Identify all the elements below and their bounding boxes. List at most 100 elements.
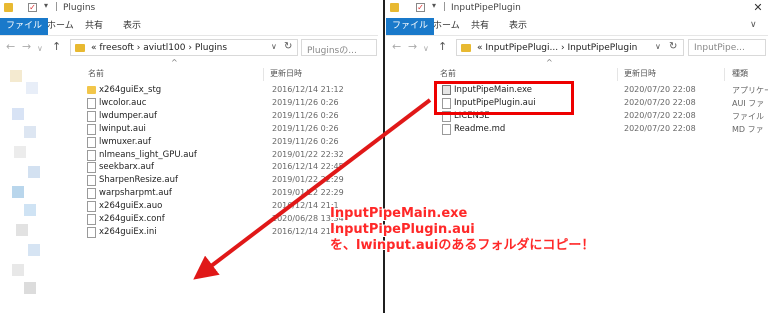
checkmark-icon[interactable]: ✓ <box>28 3 37 12</box>
recent-dropdown-icon[interactable]: ∨ <box>423 43 429 55</box>
document-icon <box>87 110 96 122</box>
address-bar[interactable]: « InputPipePlugi... › InputPipePlugin ∨ … <box>456 39 684 56</box>
checkmark-icon[interactable]: ✓ <box>416 3 425 12</box>
file-date: 2019/01/22 22:29 <box>272 175 344 185</box>
file-name: x264guiEx.conf <box>99 214 165 224</box>
quick-access-dropdown-icon[interactable]: ▾ <box>44 1 53 10</box>
tab-file[interactable]: ファイル <box>386 18 435 35</box>
refresh-icon[interactable]: ↻ <box>669 41 677 52</box>
column-name[interactable]: 名前 <box>88 68 104 79</box>
column-header: 名前 更新日時 <box>0 68 378 82</box>
tab-home[interactable]: ホーム <box>44 18 77 35</box>
document-icon <box>87 97 96 109</box>
forward-arrow-icon[interactable]: → <box>408 41 417 53</box>
folder-icon <box>87 86 96 94</box>
column-name[interactable]: 名前 <box>440 68 456 79</box>
document-icon <box>87 149 96 161</box>
folder-icon <box>461 44 471 52</box>
sort-ascending-icon: ^ <box>546 58 553 67</box>
file-date: 2020/07/20 22:08 <box>624 124 696 133</box>
file-row[interactable]: lwmuxer.auf 2019/11/26 0:26 <box>0 136 378 149</box>
file-name: Readme.md <box>454 124 506 134</box>
file-row[interactable]: seekbarx.auf 2016/12/14 22:45 <box>0 161 378 174</box>
folder-icon <box>390 3 399 12</box>
column-date[interactable]: 更新日時 <box>270 68 302 79</box>
file-row[interactable]: x264guiEx.ini 2016/12/14 21:11 <box>0 226 378 239</box>
title-bar: ✓ ▾ | Plugins <box>0 0 378 18</box>
back-arrow-icon[interactable]: ← <box>6 41 15 53</box>
file-row[interactable]: warpsharpmt.auf 2019/01/22 22:29 <box>0 187 378 200</box>
file-date: 2019/11/26 0:26 <box>272 136 339 146</box>
window-title: Plugins <box>63 3 96 13</box>
file-row[interactable]: x264guiEx.conf 2020/06/28 13:34 <box>0 213 378 226</box>
refresh-icon[interactable]: ↻ <box>284 41 292 52</box>
close-icon[interactable]: ✕ <box>748 0 768 18</box>
breadcrumb-item[interactable]: InputPipePlugin <box>567 43 637 53</box>
tab-view[interactable]: 表示 <box>120 18 144 35</box>
expand-ribbon-icon[interactable]: ∨ <box>750 20 757 30</box>
file-type: アプリケー <box>732 86 768 95</box>
file-date: 2020/07/20 22:08 <box>624 85 696 94</box>
document-icon <box>87 123 96 135</box>
tab-share[interactable]: 共有 <box>468 18 492 35</box>
file-row[interactable]: Readme.md 2020/07/20 22:08 MD ファ <box>386 123 768 136</box>
file-type: ファイル <box>732 112 764 121</box>
file-name: lwinput.aui <box>99 123 146 134</box>
column-header: 名前 更新日時 種類 <box>386 68 768 82</box>
document-icon <box>87 201 96 213</box>
back-arrow-icon[interactable]: ← <box>392 41 401 53</box>
file-date: 2020/07/20 22:08 <box>624 111 696 120</box>
title-bar: ✓ ▾ | InputPipePlugin ✕ <box>386 0 768 18</box>
document-icon <box>87 175 96 187</box>
file-date: 2019/11/26 0:26 <box>272 110 339 120</box>
file-row[interactable]: lwcolor.auc 2019/11/26 0:26 <box>0 97 378 110</box>
document-icon <box>87 226 96 238</box>
up-arrow-icon[interactable]: ↑ <box>52 41 61 53</box>
breadcrumb-item[interactable]: Plugins <box>195 43 227 53</box>
file-row[interactable]: SharpenResize.auf 2019/01/22 22:29 <box>0 174 378 187</box>
breadcrumb-item[interactable]: InputPipePlugi... <box>485 43 558 53</box>
column-type[interactable]: 種類 <box>732 68 748 79</box>
file-row[interactable]: lwdumper.auf 2019/11/26 0:26 <box>0 110 378 123</box>
file-date: 2019/11/26 0:26 <box>272 97 339 107</box>
tab-file[interactable]: ファイル <box>0 18 49 35</box>
column-date[interactable]: 更新日時 <box>624 68 656 79</box>
up-arrow-icon[interactable]: ↑ <box>438 41 447 53</box>
file-name: lwmuxer.auf <box>99 136 151 147</box>
search-placeholder: Pluginsの... <box>307 46 357 56</box>
address-bar[interactable]: « freesoft › aviutl100 › Plugins ∨ ↻ <box>70 39 298 56</box>
window-divider <box>378 0 386 313</box>
document-icon <box>87 214 96 225</box>
address-dropdown-icon[interactable]: ∨ <box>655 42 661 51</box>
left-explorer-window: ✓ ▾ | Plugins ファイル ホーム 共有 表示 ← → ∨ ↑ « f… <box>0 0 378 313</box>
tab-home[interactable]: ホーム <box>430 18 463 35</box>
file-date: 2020/07/20 22:08 <box>624 98 696 107</box>
search-box[interactable]: Pluginsの... <box>301 39 377 56</box>
document-icon <box>442 124 451 135</box>
file-name: SharpenResize.auf <box>99 175 179 186</box>
file-name: x264guiEx.ini <box>99 226 157 237</box>
recent-dropdown-icon[interactable]: ∨ <box>37 43 43 55</box>
breadcrumb-item[interactable]: freesoft <box>99 43 133 53</box>
forward-arrow-icon[interactable]: → <box>22 41 31 53</box>
file-row[interactable]: lwinput.aui 2019/11/26 0:26 <box>0 123 378 136</box>
file-row[interactable]: x264guiEx_stg 2016/12/14 21:12 <box>0 84 378 97</box>
address-dropdown-icon[interactable]: ∨ <box>271 42 277 51</box>
ribbon-tabs: ファイル ホーム 共有 表示 ∨ <box>386 18 768 36</box>
file-name: nlmeans_light_GPU.auf <box>99 149 197 160</box>
file-date: 2016/12/14 21:12 <box>272 85 344 94</box>
tab-share[interactable]: 共有 <box>82 18 106 35</box>
document-icon <box>87 188 96 200</box>
document-icon <box>87 136 96 148</box>
file-row[interactable]: nlmeans_light_GPU.auf 2019/01/22 22:32 <box>0 149 378 162</box>
window-title: InputPipePlugin <box>451 3 521 13</box>
quick-access-dropdown-icon[interactable]: ▾ <box>432 1 441 10</box>
breadcrumb-item[interactable]: aviutl100 <box>143 43 185 53</box>
search-box[interactable]: InputPipe... <box>688 39 766 56</box>
file-row[interactable]: x264guiEx.auo 2016/12/14 21:1 <box>0 200 378 213</box>
file-date: 2019/01/22 22:29 <box>272 188 344 198</box>
tab-view[interactable]: 表示 <box>506 18 530 35</box>
file-date: 2016/12/14 22:45 <box>272 162 344 172</box>
right-explorer-window: ✓ ▾ | InputPipePlugin ✕ ファイル ホーム 共有 表示 ∨… <box>386 0 768 313</box>
file-name: lwcolor.auc <box>99 97 147 108</box>
